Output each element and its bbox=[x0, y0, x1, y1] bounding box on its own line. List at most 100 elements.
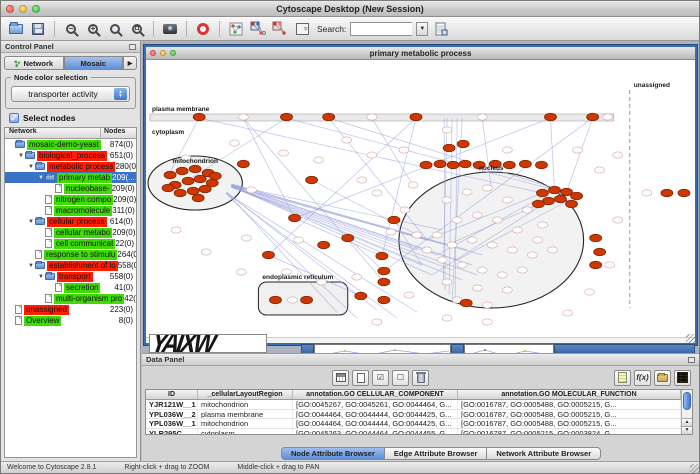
network-node[interactable] bbox=[502, 147, 512, 153]
network-node-selected[interactable] bbox=[661, 189, 673, 197]
network-node-selected[interactable] bbox=[342, 234, 354, 242]
table-column-header[interactable]: annotation.GO CELLULAR_COMPONENT bbox=[293, 390, 458, 399]
network-node[interactable] bbox=[314, 157, 324, 163]
tab-network[interactable]: Network bbox=[4, 56, 64, 70]
network-node-selected[interactable] bbox=[318, 241, 330, 249]
network-node[interactable] bbox=[603, 114, 613, 120]
table-cell[interactable]: [GO:0016787, GO:0005488, GO:0005215, G..… bbox=[458, 400, 681, 409]
network-node[interactable] bbox=[487, 242, 497, 248]
tree-row[interactable]: response to stimulu264(0) bbox=[5, 249, 136, 260]
column-nodes[interactable]: Nodes bbox=[100, 128, 136, 138]
network-graph[interactable]: plasma membranecytoplasmmitochondrionnuc… bbox=[146, 60, 695, 337]
network-node-selected[interactable] bbox=[554, 195, 566, 203]
network-node[interactable] bbox=[372, 190, 382, 196]
network-node[interactable] bbox=[563, 310, 573, 316]
network-node[interactable] bbox=[294, 237, 304, 243]
app-resize-grip[interactable] bbox=[690, 464, 699, 473]
vizmapper-edge-button[interactable] bbox=[271, 20, 289, 38]
select-all-attributes-button[interactable]: ☑ bbox=[372, 370, 389, 386]
tree-row[interactable]: nucleobase-209(0) bbox=[5, 183, 136, 194]
network-node-selected[interactable] bbox=[378, 267, 390, 275]
vizmapper-node-button[interactable] bbox=[249, 20, 267, 38]
tree-row[interactable]: macromolecule311(0) bbox=[5, 205, 136, 216]
tree-row[interactable]: nitrogen compo209(0) bbox=[5, 194, 136, 205]
network-node[interactable] bbox=[613, 152, 623, 158]
network-node[interactable] bbox=[467, 237, 477, 243]
minimized-window-thumbnail[interactable]: YAIXW bbox=[149, 334, 267, 353]
network-node[interactable] bbox=[241, 235, 251, 241]
table-cell[interactable]: YJR121W__1 bbox=[146, 400, 198, 409]
network-node[interactable] bbox=[452, 217, 462, 223]
attribute-notes-button[interactable] bbox=[614, 370, 631, 386]
network-node[interactable] bbox=[532, 237, 542, 243]
network-node[interactable] bbox=[497, 272, 507, 278]
network-node-selected[interactable] bbox=[678, 189, 690, 197]
network-node-selected[interactable] bbox=[443, 144, 455, 152]
network-node-selected[interactable] bbox=[269, 296, 281, 304]
table-cell[interactable]: YLR295C bbox=[146, 429, 198, 435]
network-node[interactable] bbox=[472, 212, 482, 218]
network-node[interactable] bbox=[367, 152, 377, 158]
network-node-selected[interactable] bbox=[434, 160, 446, 168]
network-node-selected[interactable] bbox=[323, 113, 335, 121]
network-node-selected[interactable] bbox=[457, 140, 469, 148]
network-window-title-bar[interactable]: primary metabolic process bbox=[146, 47, 695, 60]
network-node[interactable] bbox=[408, 182, 418, 188]
network-node[interactable] bbox=[502, 287, 512, 293]
network-node[interactable] bbox=[422, 247, 432, 253]
matrix-view-button[interactable] bbox=[674, 370, 691, 386]
tab-overflow-button[interactable]: ▶ bbox=[123, 56, 137, 70]
network-node-selected[interactable] bbox=[566, 200, 578, 208]
network-node-selected[interactable] bbox=[162, 184, 174, 192]
float-panel-icon[interactable] bbox=[129, 44, 136, 50]
network-node-selected[interactable] bbox=[420, 161, 432, 169]
network-node-selected[interactable] bbox=[503, 161, 515, 169]
create-attribute-button[interactable] bbox=[352, 370, 369, 386]
tree-row[interactable]: Overview8(0) bbox=[5, 315, 136, 326]
delete-attribute-button[interactable] bbox=[412, 370, 429, 386]
network-node[interactable] bbox=[171, 227, 181, 233]
network-node[interactable] bbox=[482, 319, 492, 325]
network-node-selected[interactable] bbox=[459, 160, 471, 168]
network-node[interactable] bbox=[447, 242, 457, 248]
network-node-selected[interactable] bbox=[176, 167, 188, 175]
node-color-dropdown[interactable]: transporter activity ▲▼ bbox=[11, 86, 130, 102]
tree-expander-icon[interactable]: ▼ bbox=[27, 219, 35, 225]
snapshot-button[interactable] bbox=[161, 20, 179, 38]
network-node[interactable] bbox=[442, 279, 452, 285]
scrollbar-thumb[interactable] bbox=[683, 392, 691, 410]
network-node[interactable] bbox=[367, 114, 377, 120]
network-node[interactable] bbox=[522, 207, 532, 213]
table-row[interactable]: YPL036W__1mitochondrion[GO:0044464, GO:0… bbox=[146, 419, 681, 429]
network-node-selected[interactable] bbox=[571, 192, 583, 200]
scroll-down-arrow[interactable]: ▼ bbox=[682, 426, 692, 434]
network-node[interactable] bbox=[477, 267, 487, 273]
network-node-selected[interactable] bbox=[187, 187, 199, 195]
network-node-selected[interactable] bbox=[194, 175, 206, 183]
network-view-button[interactable] bbox=[227, 20, 245, 38]
table-cell[interactable]: [GO:0045263, GO:0044464, GO:0044455, G..… bbox=[293, 429, 458, 435]
network-node[interactable] bbox=[502, 197, 512, 203]
network-node[interactable] bbox=[246, 187, 256, 193]
tree-expander-icon[interactable]: ▼ bbox=[37, 175, 45, 181]
table-column-header[interactable]: _cellularLayoutRegion bbox=[198, 390, 293, 399]
table-cell[interactable]: [GO:0016787, GO:0005488, GO:0005215, G..… bbox=[458, 410, 681, 419]
app-title-bar[interactable]: Cytoscape Desktop (New Session) bbox=[1, 1, 699, 17]
table-row[interactable]: YJR121W__1mitochondrion[GO:0045267, GO:0… bbox=[146, 400, 681, 410]
network-node[interactable] bbox=[547, 247, 557, 253]
table-cell[interactable]: YPL036W__1 bbox=[146, 419, 198, 428]
table-cell[interactable]: plasma membrane bbox=[198, 410, 293, 419]
network-node-selected[interactable] bbox=[164, 171, 176, 179]
network-node-selected[interactable] bbox=[199, 185, 211, 193]
tree-row[interactable]: ▼establishment of lo558(0) bbox=[5, 260, 136, 271]
network-node[interactable] bbox=[642, 190, 652, 196]
network-node-selected[interactable] bbox=[410, 113, 422, 121]
network-node[interactable] bbox=[404, 292, 414, 298]
network-node[interactable] bbox=[400, 207, 410, 213]
network-node[interactable] bbox=[517, 267, 527, 273]
select-nodes-checkbox[interactable]: ✓ bbox=[9, 113, 19, 123]
network-node-selected[interactable] bbox=[189, 165, 201, 173]
network-node-selected[interactable] bbox=[590, 261, 602, 269]
network-node-selected[interactable] bbox=[289, 214, 301, 222]
network-view-window[interactable]: primary metabolic process plasma membran… bbox=[144, 45, 697, 345]
